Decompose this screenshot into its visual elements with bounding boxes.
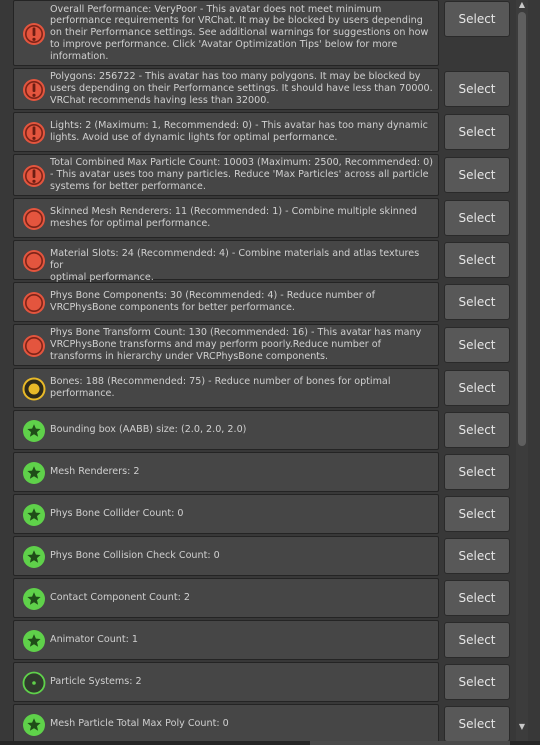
- select-button[interactable]: Select: [444, 242, 510, 278]
- message-box: Phys Bone Collider Count: 0: [13, 494, 439, 534]
- performance-message-row: Lights: 2 (Maximum: 1, Recommended: 0) -…: [13, 112, 515, 152]
- select-button[interactable]: Select: [444, 580, 510, 616]
- message-box: Bones: 188 (Recommended: 75) - Reduce nu…: [13, 368, 439, 408]
- message-text: Skinned Mesh Renderers: 11 (Recommended:…: [50, 206, 417, 229]
- message-text: Phys Bone Components: 30 (Recommended: 4…: [50, 290, 376, 313]
- performance-message-row: Mesh Renderers: 2 Select: [13, 452, 515, 492]
- message-text: Bones: 188 (Recommended: 75) - Reduce nu…: [50, 376, 391, 399]
- message-box: Lights: 2 (Maximum: 1, Recommended: 0) -…: [13, 112, 439, 152]
- performance-message-row: Bounding box (AABB) size: (2.0, 2.0, 2.0…: [13, 410, 515, 450]
- select-button[interactable]: Select: [444, 664, 510, 700]
- green-star-icon: [22, 713, 46, 737]
- performance-message-row: Phys Bone Collision Check Count: 0 Select: [13, 536, 515, 576]
- select-button[interactable]: Select: [444, 157, 510, 193]
- select-button[interactable]: Select: [444, 71, 510, 107]
- message-box: Contact Component Count: 2: [13, 578, 439, 618]
- message-box: Total Combined Max Particle Count: 10003…: [13, 154, 439, 196]
- performance-message-list: Overall Performance: VeryPoor - This ava…: [0, 0, 516, 741]
- vertical-scrollbar[interactable]: ▲ ▼: [516, 0, 528, 741]
- message-text: Overall Performance: VeryPoor - This ava…: [50, 3, 429, 62]
- select-button[interactable]: Select: [444, 496, 510, 532]
- performance-message-row: Polygons: 256722 - This avatar has too m…: [13, 68, 515, 110]
- select-button[interactable]: Select: [444, 327, 510, 363]
- message-text: Phys Bone Collision Check Count: 0: [50, 550, 220, 562]
- performance-message-row: Total Combined Max Particle Count: 10003…: [13, 154, 515, 196]
- select-button[interactable]: Select: [444, 200, 510, 236]
- scroll-up-arrow-icon[interactable]: ▲: [517, 0, 527, 10]
- yellow-ring-icon: [22, 377, 46, 401]
- select-button[interactable]: Select: [444, 706, 510, 741]
- red-circle-icon: [22, 249, 46, 273]
- exclamation-circle-icon: [22, 78, 46, 102]
- message-text: Lights: 2 (Maximum: 1, Recommended: 0) -…: [50, 120, 428, 143]
- select-button[interactable]: Select: [444, 284, 510, 320]
- green-star-icon: [22, 545, 46, 569]
- message-box: Mesh Particle Total Max Poly Count: 0: [13, 704, 439, 741]
- message-box: Polygons: 256722 - This avatar has too m…: [13, 68, 439, 110]
- green-star-icon: [22, 503, 46, 527]
- message-box: Mesh Renderers: 2: [13, 452, 439, 492]
- message-text: Material Slots: 24 (Recommended: 4) - Co…: [50, 248, 420, 283]
- performance-message-row: Phys Bone Collider Count: 0 Select: [13, 494, 515, 534]
- message-box: Overall Performance: VeryPoor - This ava…: [13, 0, 439, 66]
- scroll-down-arrow-icon[interactable]: ▼: [517, 722, 527, 732]
- exclamation-circle-icon: [22, 22, 46, 46]
- green-star-icon: [22, 419, 46, 443]
- message-box: Material Slots: 24 (Recommended: 4) - Co…: [13, 240, 439, 283]
- message-text: Contact Component Count: 2: [50, 592, 190, 604]
- message-box: Bounding box (AABB) size: (2.0, 2.0, 2.0…: [13, 410, 439, 450]
- green-star-icon: [22, 587, 46, 611]
- bottom-scroll-handle[interactable]: [310, 741, 510, 745]
- select-button[interactable]: Select: [444, 114, 510, 150]
- green-star-icon: [22, 461, 46, 485]
- performance-message-row: Particle Systems: 2 Select: [13, 662, 515, 702]
- performance-message-row: Material Slots: 24 (Recommended: 4) - Co…: [13, 240, 515, 283]
- message-text: Total Combined Max Particle Count: 10003…: [50, 157, 433, 192]
- green-ring-icon: [22, 671, 46, 695]
- message-text: Mesh Particle Total Max Poly Count: 0: [50, 718, 229, 730]
- message-text: Mesh Renderers: 2: [50, 466, 140, 478]
- select-button[interactable]: Select: [444, 412, 510, 448]
- message-box: Particle Systems: 2: [13, 662, 439, 702]
- message-box: Skinned Mesh Renderers: 11 (Recommended:…: [13, 198, 439, 238]
- message-text: Phys Bone Transform Count: 130 (Recommen…: [50, 327, 422, 362]
- performance-message-row: Mesh Particle Total Max Poly Count: 0 Sel…: [13, 704, 515, 741]
- performance-message-row: Phys Bone Transform Count: 130 (Recommen…: [13, 324, 515, 366]
- red-circle-icon: [22, 291, 46, 315]
- red-circle-icon: [22, 207, 46, 231]
- performance-message-row: Skinned Mesh Renderers: 11 (Recommended:…: [13, 198, 515, 238]
- scrollbar-thumb[interactable]: [518, 12, 526, 446]
- performance-message-row: Animator Count: 1 Select: [13, 620, 515, 660]
- message-box: Phys Bone Collision Check Count: 0: [13, 536, 439, 576]
- message-box: Animator Count: 1: [13, 620, 439, 660]
- select-button[interactable]: Select: [444, 1, 510, 37]
- message-text: Bounding box (AABB) size: (2.0, 2.0, 2.0…: [50, 424, 247, 436]
- message-text: Particle Systems: 2: [50, 676, 142, 688]
- performance-message-row: Phys Bone Components: 30 (Recommended: 4…: [13, 282, 515, 322]
- exclamation-circle-icon: [22, 121, 46, 145]
- exclamation-circle-icon: [22, 164, 46, 188]
- red-circle-icon: [22, 334, 46, 358]
- select-button[interactable]: Select: [444, 370, 510, 406]
- select-button[interactable]: Select: [444, 538, 510, 574]
- message-box: Phys Bone Components: 30 (Recommended: 4…: [13, 282, 439, 322]
- performance-message-row: Contact Component Count: 2 Select: [13, 578, 515, 618]
- message-text: Animator Count: 1: [50, 634, 139, 646]
- performance-message-row: Overall Performance: VeryPoor - This ava…: [13, 0, 515, 66]
- select-button[interactable]: Select: [444, 622, 510, 658]
- message-box: Phys Bone Transform Count: 130 (Recommen…: [13, 324, 439, 366]
- select-button[interactable]: Select: [444, 454, 510, 490]
- message-text: Polygons: 256722 - This avatar has too m…: [50, 71, 433, 106]
- performance-message-row: Bones: 188 (Recommended: 75) - Reduce nu…: [13, 368, 515, 408]
- green-star-icon: [22, 629, 46, 653]
- message-text: Phys Bone Collider Count: 0: [50, 508, 184, 520]
